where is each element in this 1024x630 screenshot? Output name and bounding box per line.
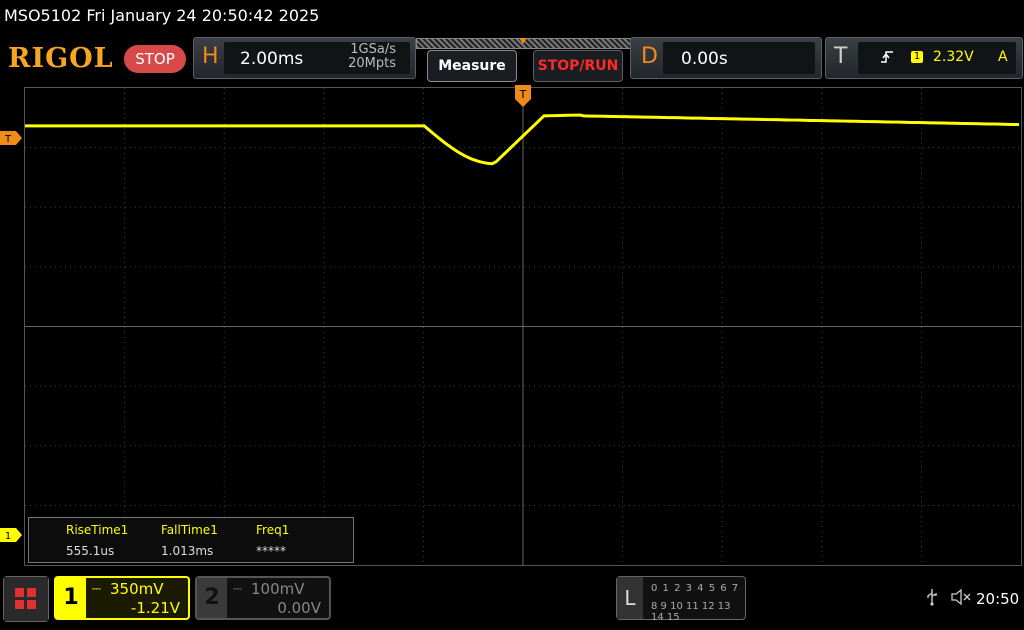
delay-panel[interactable]: D 0.00s <box>630 37 822 79</box>
speaker-muted-icon[interactable] <box>950 588 972 610</box>
measurement-panel[interactable]: RiseTime1 555.1us FallTime1 1.013ms Freq… <box>28 517 354 563</box>
channel-1-offset: -1.21V <box>130 599 180 617</box>
rising-edge-icon <box>880 49 894 69</box>
channel-2-offset: 0.00V <box>277 599 321 617</box>
usb-icon <box>926 588 938 610</box>
measurement-value: 1.013ms <box>161 544 214 558</box>
header-bar: RIGOL STOP H 2.00ms 1GSa/s 20Mpts Measur… <box>0 34 1024 84</box>
delay-display: 0.00s <box>663 42 815 74</box>
delay-value: 0.00s <box>681 49 728 69</box>
trigger-position-label: T <box>519 88 527 101</box>
delay-label: D <box>641 44 658 69</box>
logic-analyzer-label: L <box>617 577 643 619</box>
measurement-item: Freq1 ***** <box>256 518 351 562</box>
trigger-source-badge: 1 <box>911 51 923 63</box>
ch1-waveform-trace <box>25 113 1020 166</box>
trigger-mode: A <box>998 49 1008 65</box>
logic-analyzer-box[interactable]: L 0 1 2 3 4 5 6 7 8 9 10 11 12 13 14 15 <box>616 576 746 623</box>
waveform-display[interactable] <box>24 87 1022 566</box>
sample-rate: 1GSa/s <box>350 42 396 57</box>
digital-channels-row-1: 0 1 2 3 4 5 6 7 <box>651 583 740 594</box>
horizontal-display: 2.00ms 1GSa/s 20Mpts <box>224 42 410 74</box>
dc-coupling-icon: ⎓ <box>92 582 101 595</box>
trigger-level-marker[interactable]: T <box>0 131 22 145</box>
ch1-offset-label: 1 <box>5 531 11 542</box>
trigger-label: T <box>834 44 848 69</box>
acquisition-info: 1GSa/s 20Mpts <box>348 43 396 71</box>
channel-2-number: 2 <box>197 578 227 618</box>
channel-2-box[interactable]: 2 ⎓ 100mV 0.00V <box>195 576 331 620</box>
ch1-offset-marker[interactable]: 1 <box>0 528 22 542</box>
rigol-logo: RIGOL <box>8 43 114 74</box>
measurement-item: RiseTime1 555.1us <box>66 518 161 562</box>
channel-2-scale: 100mV <box>251 580 305 598</box>
timebase-value: 2.00ms <box>240 49 304 69</box>
horizontal-panel[interactable]: H 2.00ms 1GSa/s 20Mpts <box>193 37 416 79</box>
menu-grid-icon <box>4 577 48 621</box>
measurement-value: 555.1us <box>66 544 115 558</box>
trigger-level-value: 2.32V <box>933 49 974 65</box>
measurement-value: ***** <box>256 544 286 558</box>
trigger-position-marker[interactable]: T <box>515 85 531 107</box>
bottom-bar: 1 ⎓ 350mV -1.21V 2 ⎓ 100mV 0.00V L 0 1 2… <box>0 570 1024 630</box>
measurement-name: RiseTime1 <box>66 523 129 537</box>
trigger-display: 1 2.32V A <box>858 42 1016 74</box>
measure-button[interactable]: Measure <box>427 50 517 82</box>
measurement-item: FallTime1 1.013ms <box>161 518 256 562</box>
main-menu-button[interactable] <box>3 576 49 622</box>
stop-run-button[interactable]: STOP/RUN <box>533 50 623 82</box>
trigger-panel[interactable]: T 1 2.32V A <box>825 37 1023 79</box>
title-bar: MSO5102 Fri January 24 20:50:42 2025 <box>0 0 1024 32</box>
channel-1-box[interactable]: 1 ⎓ 350mV -1.21V <box>54 576 190 620</box>
clock: 20:50 <box>976 590 1020 608</box>
memory-depth: 20Mpts <box>348 56 396 71</box>
channel-1-number: 1 <box>56 578 86 618</box>
horizontal-label: H <box>202 44 219 69</box>
trigger-level-label: T <box>4 134 12 145</box>
memory-trigger-marker-icon <box>519 38 527 44</box>
channel-1-scale: 350mV <box>110 580 164 598</box>
measurement-name: Freq1 <box>256 523 290 537</box>
digital-channels-row-2: 8 9 10 11 12 13 14 15 <box>651 601 731 623</box>
device-title: MSO5102 Fri January 24 20:50:42 2025 <box>4 6 320 25</box>
dc-coupling-icon: ⎓ <box>233 582 242 595</box>
graticule <box>25 88 1021 565</box>
measurement-name: FallTime1 <box>161 523 218 537</box>
run-state-badge[interactable]: STOP <box>124 45 186 73</box>
